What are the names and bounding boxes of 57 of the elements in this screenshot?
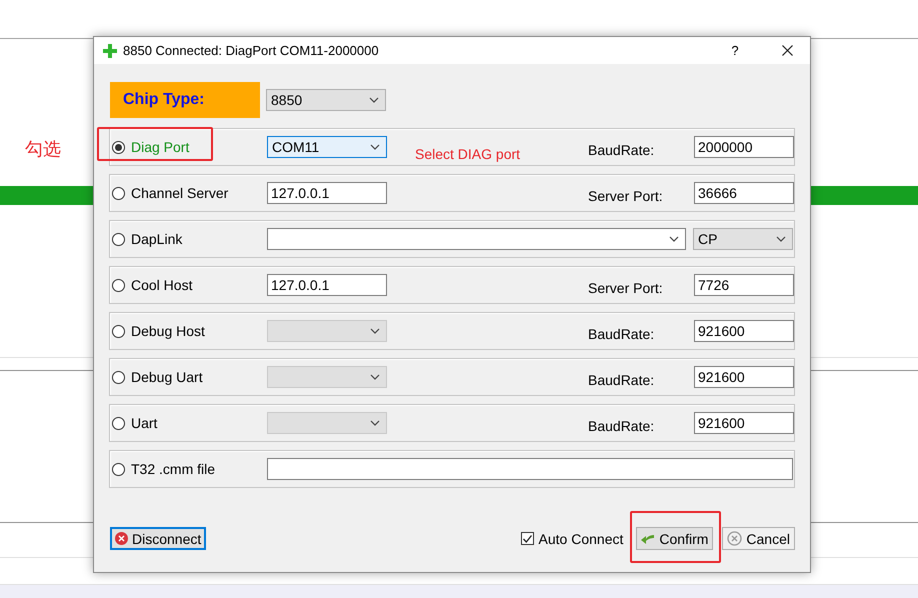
- field-label: BaudRate:: [588, 370, 656, 388]
- core-dropdown[interactable]: CP: [693, 228, 793, 250]
- value-field[interactable]: 36666: [694, 182, 794, 204]
- checkbox-label: Auto Connect: [538, 530, 624, 546]
- field-label: BaudRate:: [588, 416, 656, 434]
- device-combo-box[interactable]: [267, 228, 686, 250]
- arrow-icon: [641, 534, 656, 544]
- connection-label: Cool Host: [131, 277, 192, 293]
- value-field[interactable]: 921600: [694, 320, 794, 342]
- help-button[interactable]: ?: [712, 43, 758, 58]
- plus-icon: [103, 44, 117, 58]
- chevron-icon: [669, 236, 679, 242]
- chevron-icon: [370, 144, 380, 150]
- chip-type-dropdown[interactable]: 8850: [266, 89, 386, 111]
- chevron-icon: [370, 328, 380, 334]
- field-label: Server Port:: [588, 186, 664, 204]
- field-label: BaudRate:: [588, 140, 656, 158]
- value-field[interactable]: 2000000: [694, 136, 794, 158]
- field-label: Server Port:: [588, 278, 664, 296]
- connection-label: Uart: [131, 415, 158, 431]
- connection-label: T32 .cmm file: [131, 461, 216, 477]
- annotation-note: 勾选: [25, 138, 61, 161]
- disconnect-button[interactable]: Disconnect: [110, 527, 206, 550]
- cancel-button[interactable]: Cancel: [722, 527, 795, 550]
- port-dropdown[interactable]: COM11: [267, 136, 387, 158]
- error-icon: [115, 532, 128, 545]
- address-field[interactable]: 127.0.0.1: [267, 182, 387, 204]
- chevron-icon: [370, 420, 380, 426]
- radio-button[interactable]: [112, 462, 125, 476]
- confirm-button[interactable]: Confirm: [636, 527, 714, 550]
- chevron-icon: [776, 236, 786, 242]
- radio-button[interactable]: [112, 278, 125, 292]
- annotation-hint: Select DIAG port: [413, 146, 522, 162]
- chip-type-label: Chip Type:: [110, 82, 260, 118]
- connection-label: Channel Server: [131, 185, 228, 201]
- checkbox[interactable]: [520, 532, 534, 545]
- file-path-field[interactable]: [267, 458, 793, 480]
- radio-button[interactable]: [112, 370, 125, 384]
- connection-label: Debug Uart: [131, 369, 203, 385]
- field-label: BaudRate:: [588, 324, 656, 342]
- cancel-icon: [727, 531, 742, 546]
- chevron-icon: [370, 374, 380, 380]
- radio-button[interactable]: [112, 324, 125, 338]
- radio-button[interactable]: [112, 186, 125, 200]
- connection-label: Debug Host: [131, 323, 205, 339]
- value-field[interactable]: 7726: [694, 274, 794, 296]
- connection-label: Diag Port: [131, 139, 190, 155]
- radio-button[interactable]: [112, 416, 125, 430]
- close-icon[interactable]: [782, 45, 792, 56]
- value-field[interactable]: 921600: [694, 412, 794, 434]
- connection-label: DapLink: [131, 231, 182, 247]
- radio-button[interactable]: [112, 140, 125, 154]
- window-title: 8850 Connected: DiagPort COM11-2000000: [123, 43, 380, 58]
- chevron-icon: [369, 97, 379, 103]
- value-field[interactable]: 921600: [694, 366, 794, 388]
- address-field[interactable]: 127.0.0.1: [267, 274, 387, 296]
- radio-button[interactable]: [112, 232, 125, 246]
